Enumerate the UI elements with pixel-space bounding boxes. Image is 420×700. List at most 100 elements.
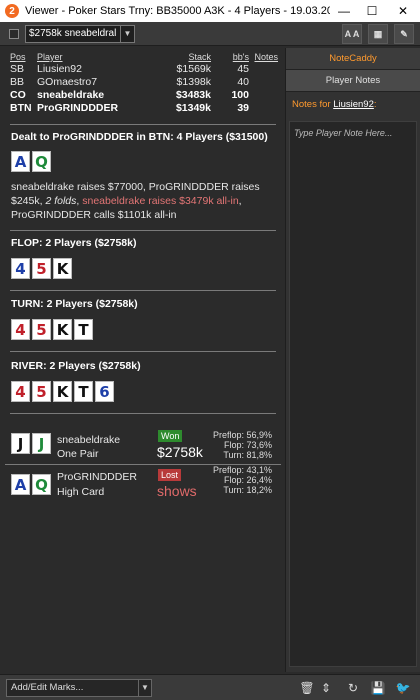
loser-name: ProGRINDDDER — [57, 471, 137, 483]
chevron-down-icon[interactable]: ▼ — [138, 680, 151, 696]
loser-cards: A Q — [11, 474, 53, 495]
row-stack: $1569k — [176, 63, 211, 75]
card: 4 — [11, 319, 30, 340]
hand-select-value: $2758k sneabeldral — [29, 28, 117, 39]
divider — [10, 351, 276, 352]
refresh-icon[interactable]: ↻ — [343, 679, 363, 697]
delete-icon[interactable]: 🗑 — [297, 679, 317, 697]
card: Q — [32, 151, 51, 172]
card: J — [11, 433, 30, 454]
turn-title: TURN: 2 Players ($2758k) — [11, 298, 138, 310]
card: T — [74, 381, 93, 402]
window-title: Viewer - Poker Stars Trny: BB35000 A3K -… — [25, 5, 330, 17]
notecaddy-pane: NoteCaddy Player Notes Notes for Liusien… — [285, 48, 420, 672]
winner-cards: J J — [11, 433, 53, 454]
card: 6 — [95, 381, 114, 402]
up-down-icon[interactable]: ⇕ — [316, 679, 336, 697]
row-pos: BTN — [10, 102, 32, 114]
notes-for-label: Notes for Liusien92: — [292, 99, 377, 110]
card: T — [74, 319, 93, 340]
loser-hand: High Card — [57, 486, 105, 498]
hand-checkbox[interactable] — [9, 28, 19, 39]
card: 5 — [32, 381, 51, 402]
row-player: ProGRINDDDER — [37, 102, 119, 114]
table-row[interactable]: BB GOmaestro7 $1398k 40 — [10, 76, 278, 89]
row-player: GOmaestro7 — [37, 76, 98, 88]
title-bar: 2 Viewer - Poker Stars Trny: BB35000 A3K… — [0, 0, 420, 22]
winner-name: sneabeldrake — [57, 434, 121, 446]
font-size-button[interactable]: A A — [342, 24, 362, 44]
row-bbs: 40 — [237, 76, 249, 88]
minimize-button[interactable]: — — [330, 0, 358, 22]
notecaddy-title: NoteCaddy — [286, 48, 420, 70]
card: 5 — [32, 258, 51, 279]
chevron-down-icon[interactable]: ▼ — [120, 25, 134, 42]
marks-dropdown[interactable]: Add/Edit Marks... ▼ — [6, 679, 152, 697]
hand-history-pane: Pos Player Stack bb's Notes SB Liusien92… — [5, 48, 281, 672]
marks-label: Add/Edit Marks... — [11, 682, 84, 693]
row-stack: $1398k — [176, 76, 211, 88]
row-pos: BB — [10, 76, 25, 88]
table-row[interactable]: CO sneabeldrake $3483k 100 — [10, 89, 278, 102]
player-note-input[interactable]: Type Player Note Here... — [289, 121, 417, 667]
row-player: sneabeldrake — [37, 89, 105, 101]
close-button[interactable]: ✕ — [386, 0, 420, 22]
divider — [10, 413, 276, 414]
loser-equity: Preflop: 43,1% Flop: 26,4% Turn: 18,2% — [212, 465, 272, 495]
river-cards: 4 5 K T 6 — [11, 381, 116, 402]
row-player: Liusien92 — [37, 63, 82, 75]
header-notes: Notes — [254, 52, 278, 62]
divider — [10, 290, 276, 291]
hole-cards: A Q — [11, 151, 53, 172]
bottom-bar: Add/Edit Marks... ▼ 🗑 ⇕ ↻ 💾 🐦 — [0, 674, 420, 700]
players-table-header: Pos Player Stack bb's Notes — [10, 51, 278, 63]
save-icon[interactable]: 💾 — [368, 679, 388, 697]
won-badge: Won — [158, 430, 183, 442]
card: 4 — [11, 381, 30, 402]
card: 4 — [11, 258, 30, 279]
flop-title: FLOP: 2 Players ($2758k) — [11, 237, 137, 249]
row-pos: SB — [10, 63, 25, 75]
card: Q — [32, 474, 51, 495]
divider — [10, 124, 276, 125]
tab-player-notes[interactable]: Player Notes — [286, 70, 420, 92]
row-pos: CO — [10, 89, 26, 101]
row-stack: $3483k — [175, 89, 211, 101]
header-bbs: bb's — [232, 52, 249, 62]
river-title: RIVER: 2 Players ($2758k) — [11, 360, 141, 372]
card: 5 — [32, 319, 51, 340]
won-amount: $2758k — [157, 444, 203, 460]
hand-select-dropdown[interactable]: $2758k sneabeldral ▼ — [25, 24, 135, 43]
header-stack: Stack — [188, 52, 211, 62]
table-row[interactable]: BTN ProGRINDDDER $1349k 39 — [10, 102, 278, 115]
maximize-button[interactable]: ☐ — [358, 0, 386, 22]
app-logo-icon: 2 — [5, 4, 19, 18]
header-pos: Pos — [10, 52, 26, 62]
winner-hand: One Pair — [57, 448, 99, 460]
players-table: Pos Player Stack bb's Notes SB Liusien92… — [10, 51, 278, 115]
flop-cards: 4 5 K — [11, 258, 74, 279]
card: A — [11, 151, 30, 172]
winner-equity: Preflop: 56,9% Flop: 73,6% Turn: 81,8% — [212, 430, 272, 460]
shows-label: shows — [157, 483, 197, 499]
row-stack: $1349k — [175, 102, 211, 114]
table-row[interactable]: SB Liusien92 $1569k 45 — [10, 63, 278, 76]
divider — [10, 230, 276, 231]
row-bbs: 100 — [231, 89, 249, 101]
row-bbs: 45 — [237, 63, 249, 75]
header-player: Player — [37, 52, 63, 62]
edit-pencil-icon[interactable]: ✎ — [394, 24, 414, 44]
turn-cards: 4 5 K T — [11, 319, 95, 340]
card: K — [53, 319, 72, 340]
preflop-action: sneabeldrake raises $77000, ProGRINDDDER… — [11, 181, 260, 221]
card: K — [53, 381, 72, 402]
twitter-icon[interactable]: 🐦 — [393, 679, 413, 697]
lost-badge: Lost — [158, 469, 182, 481]
preflop-title: Dealt to ProGRINDDDER in BTN: 4 Players … — [11, 131, 268, 143]
notes-player-link[interactable]: Liusien92 — [333, 99, 374, 110]
card: A — [11, 474, 30, 495]
grid-icon[interactable]: ▦ — [368, 24, 388, 44]
card: K — [53, 258, 72, 279]
row-bbs: 39 — [237, 102, 249, 114]
toolbar: $2758k sneabeldral ▼ A A ▦ ✎ — [0, 22, 420, 46]
